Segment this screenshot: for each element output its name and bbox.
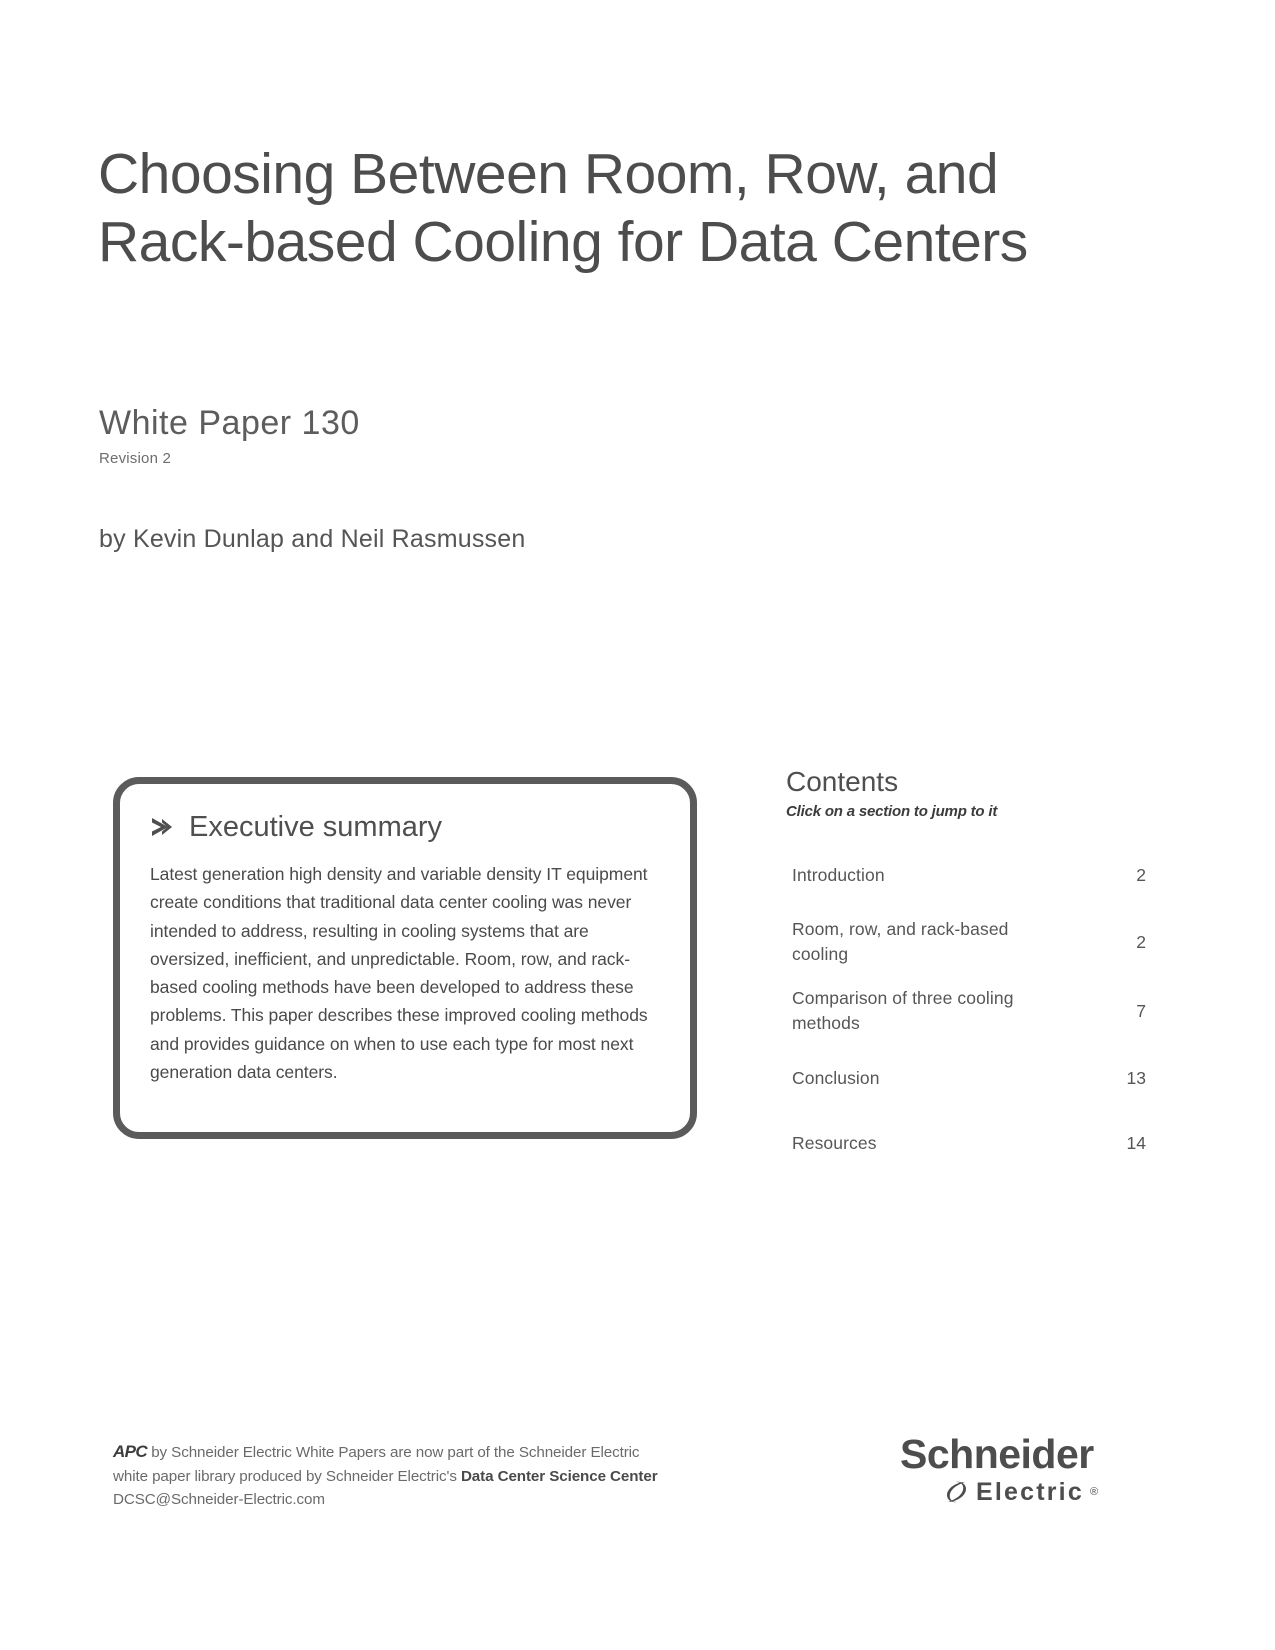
- toc-label: Comparison of three cooling methods: [792, 988, 1014, 1033]
- data-center-science-center-label: Data Center Science Center: [460, 1467, 658, 1485]
- footer-line-1: APC by Schneider Electric White Papers a…: [113, 1440, 793, 1465]
- apc-logo: APC: [113, 1442, 148, 1461]
- footer-line-1-text: by Schneider Electric White Papers are n…: [147, 1444, 640, 1461]
- toc-item-introduction[interactable]: Introduction 2: [786, 849, 1146, 902]
- toc-divider: [786, 1105, 1146, 1117]
- toc-divider: [786, 902, 1146, 914]
- footer-line-2: white paper library produced by Schneide…: [113, 1465, 793, 1489]
- document-page: Choosing Between Room, Row, and Rack-bas…: [0, 0, 1275, 1650]
- schneider-electric-logo-bottom: Electric: [976, 1478, 1084, 1506]
- footer: APC by Schneider Electric White Papers a…: [113, 1440, 793, 1512]
- toc-label: Introduction: [792, 864, 885, 885]
- toc-divider: [786, 1040, 1146, 1052]
- toc-item-room-row-rack-based-cooling[interactable]: Room, row, and rack-based cooling 2: [786, 914, 1146, 971]
- page-title: Choosing Between Room, Row, and Rack-bas…: [98, 140, 1138, 276]
- author-byline: by Kevin Dunlap and Neil Rasmussen: [99, 525, 526, 553]
- title-line-1: Choosing Between Room, Row, and: [98, 142, 999, 206]
- contents-panel: Contents Click on a section to jump to i…: [786, 765, 1146, 1170]
- toc-item-resources[interactable]: Resources 14: [786, 1117, 1146, 1170]
- toc-item-comparison-of-three-cooling-methods[interactable]: Comparison of three cooling methods 7: [786, 983, 1146, 1040]
- toc-label: Conclusion: [792, 1067, 880, 1088]
- white-paper-revision: Revision 2: [99, 450, 172, 467]
- executive-summary-box: Executive summary Latest generation high…: [113, 777, 697, 1139]
- schneider-electric-logo: Schneider Electric ®: [900, 1432, 1140, 1506]
- toc-item-conclusion[interactable]: Conclusion 13: [786, 1052, 1146, 1105]
- schneider-electric-mark-icon: [944, 1479, 970, 1505]
- toc-page-number: 7: [1136, 1000, 1146, 1021]
- title-line-2: Rack-based Cooling for Data Centers: [98, 210, 1028, 274]
- white-paper-meta: White Paper 130 Revision 2: [99, 402, 360, 470]
- toc-label: Resources: [792, 1132, 877, 1153]
- footer-email[interactable]: DCSC@Schneider-Electric.com: [113, 1488, 793, 1512]
- toc-list: Introduction 2 Room, row, and rack-based…: [786, 849, 1146, 1170]
- white-paper-number: White Paper 130: [99, 404, 360, 442]
- toc-divider: [786, 971, 1146, 983]
- toc-label: Room, row, and rack-based cooling: [792, 919, 1009, 964]
- toc-page-number: 14: [1126, 1132, 1146, 1153]
- toc-page-number: 2: [1136, 931, 1146, 952]
- registered-trademark-icon: ®: [1089, 1486, 1099, 1498]
- schneider-electric-logo-top: Schneider: [900, 1431, 1094, 1477]
- contents-subtitle: Click on a section to jump to it: [786, 803, 998, 820]
- executive-summary-header: Executive summary: [150, 810, 660, 844]
- toc-page-number: 2: [1136, 864, 1146, 885]
- contents-title: Contents: [786, 766, 899, 797]
- executive-summary-title: Executive summary: [189, 811, 443, 843]
- chevron-right-icon: [150, 813, 176, 841]
- executive-summary-body: Latest generation high density and varia…: [150, 864, 648, 1083]
- footer-line-2-prefix: white paper library produced by Schneide…: [113, 1467, 461, 1485]
- toc-page-number: 13: [1126, 1067, 1146, 1088]
